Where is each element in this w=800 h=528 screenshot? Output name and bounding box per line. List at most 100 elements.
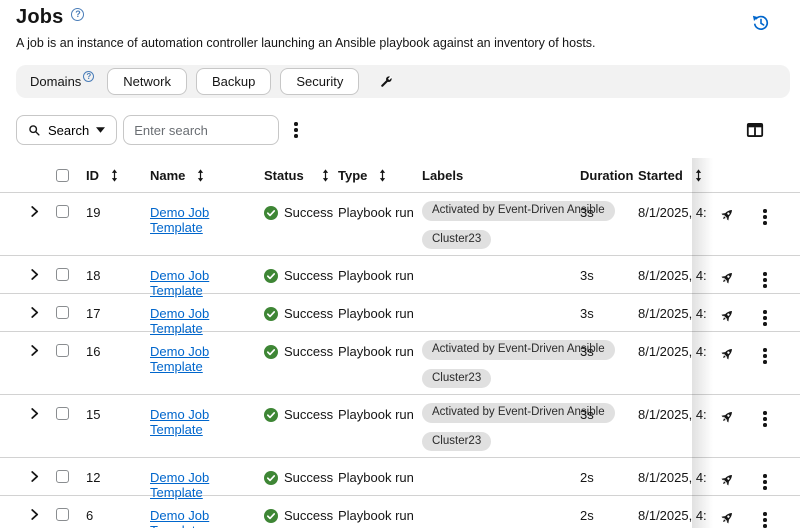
search-toolbar: Search xyxy=(16,115,784,145)
job-started: 8/1/2025, 4:02 xyxy=(638,508,706,523)
table-row: 17 Demo Job Template Success Playbook ru… xyxy=(0,294,800,332)
job-status-text: Success xyxy=(284,407,333,422)
job-name-link[interactable]: Demo Job Template xyxy=(150,306,209,336)
header-started: Started xyxy=(638,168,683,183)
sort-icon[interactable] xyxy=(197,169,204,182)
launch-rocket-icon[interactable] xyxy=(719,207,735,226)
job-started: 8/1/2025, 4:32 xyxy=(638,306,706,321)
header-name: Name xyxy=(150,168,185,183)
job-status-text: Success xyxy=(284,205,333,220)
domains-label: Domains ? xyxy=(30,74,94,89)
history-icon[interactable] xyxy=(752,14,770,32)
row-checkbox[interactable] xyxy=(56,205,69,218)
job-labels: Activated by Event-Driven AnsibleCluster… xyxy=(422,403,580,451)
row-kebab-icon[interactable] xyxy=(754,304,776,332)
sort-icon[interactable] xyxy=(322,169,329,182)
domains-help-icon[interactable]: ? xyxy=(83,71,94,82)
select-all-checkbox[interactable] xyxy=(56,169,69,182)
job-started: 8/1/2025, 4:22 xyxy=(638,344,706,359)
domain-button-network[interactable]: Network xyxy=(107,68,187,95)
table-row: 19 Demo Job Template Success Playbook ru… xyxy=(0,193,800,256)
launch-rocket-icon[interactable] xyxy=(719,409,735,428)
header-duration: Duration xyxy=(580,168,633,183)
row-actions xyxy=(706,506,800,528)
job-id: 6 xyxy=(86,508,150,523)
job-name-link[interactable]: Demo Job Template xyxy=(150,268,209,298)
row-kebab-icon[interactable] xyxy=(754,203,776,231)
row-checkbox[interactable] xyxy=(56,344,69,357)
success-icon xyxy=(264,408,278,422)
row-checkbox[interactable] xyxy=(56,407,69,420)
launch-rocket-icon[interactable] xyxy=(719,346,735,365)
row-checkbox[interactable] xyxy=(56,470,69,483)
expand-chevron-icon[interactable] xyxy=(30,471,39,482)
launch-rocket-icon[interactable] xyxy=(719,308,735,327)
help-icon[interactable]: ? xyxy=(71,8,84,21)
job-duration: 2s xyxy=(580,470,638,485)
expand-chevron-icon[interactable] xyxy=(30,307,39,318)
job-name-link[interactable]: Demo Job Template xyxy=(150,508,209,528)
label-chip: Cluster23 xyxy=(422,432,491,452)
job-id: 12 xyxy=(86,470,150,485)
job-duration: 3s xyxy=(580,344,638,359)
launch-rocket-icon[interactable] xyxy=(719,270,735,289)
row-kebab-icon[interactable] xyxy=(754,266,776,294)
row-actions xyxy=(706,203,800,231)
search-filter-dropdown[interactable]: Search xyxy=(16,115,117,145)
domain-button-security[interactable]: Security xyxy=(280,68,359,95)
chevron-down-icon xyxy=(96,127,105,133)
job-status: Success xyxy=(264,205,338,220)
row-checkbox[interactable] xyxy=(56,508,69,521)
expand-chevron-icon[interactable] xyxy=(30,206,39,217)
job-id: 18 xyxy=(86,268,150,283)
job-status: Success xyxy=(264,268,338,283)
search-dropdown-label: Search xyxy=(48,123,89,138)
job-started: 8/1/2025, 4:22 xyxy=(638,407,706,422)
job-type: Playbook run xyxy=(338,470,422,485)
job-name-link[interactable]: Demo Job Template xyxy=(150,407,209,437)
manage-columns-icon[interactable] xyxy=(746,121,764,139)
domain-button-backup[interactable]: Backup xyxy=(196,68,271,95)
table-row: 15 Demo Job Template Success Playbook ru… xyxy=(0,395,800,458)
row-checkbox[interactable] xyxy=(56,268,69,281)
job-status-text: Success xyxy=(284,344,333,359)
job-id: 19 xyxy=(86,205,150,220)
job-id: 15 xyxy=(86,407,150,422)
row-checkbox[interactable] xyxy=(56,306,69,319)
job-duration: 3s xyxy=(580,306,638,321)
job-duration: 3s xyxy=(580,407,638,422)
job-status: Success xyxy=(264,306,338,321)
job-name-link[interactable]: Demo Job Template xyxy=(150,205,209,235)
label-chip: Cluster23 xyxy=(422,230,491,250)
search-input[interactable] xyxy=(123,115,279,145)
wrench-icon[interactable] xyxy=(378,74,394,90)
success-icon xyxy=(264,509,278,523)
job-status-text: Success xyxy=(284,306,333,321)
job-type: Playbook run xyxy=(338,306,422,321)
sort-icon[interactable] xyxy=(379,169,386,182)
job-id: 16 xyxy=(86,344,150,359)
expand-chevron-icon[interactable] xyxy=(30,408,39,419)
toolbar-kebab-icon[interactable] xyxy=(285,116,307,144)
header-status: Status xyxy=(264,168,304,183)
row-actions xyxy=(706,342,800,370)
row-kebab-icon[interactable] xyxy=(754,468,776,496)
row-actions xyxy=(706,468,800,496)
job-name-link[interactable]: Demo Job Template xyxy=(150,344,209,374)
job-status: Success xyxy=(264,344,338,359)
launch-rocket-icon[interactable] xyxy=(719,472,735,491)
row-kebab-icon[interactable] xyxy=(754,506,776,528)
expand-chevron-icon[interactable] xyxy=(30,345,39,356)
expand-chevron-icon[interactable] xyxy=(30,509,39,520)
job-name-link[interactable]: Demo Job Template xyxy=(150,470,209,500)
header-type: Type xyxy=(338,168,367,183)
sort-icon[interactable] xyxy=(695,169,702,182)
launch-rocket-icon[interactable] xyxy=(719,510,735,528)
row-kebab-icon[interactable] xyxy=(754,342,776,370)
job-duration: 3s xyxy=(580,268,638,283)
sort-icon[interactable] xyxy=(111,169,118,182)
row-kebab-icon[interactable] xyxy=(754,405,776,433)
expand-chevron-icon[interactable] xyxy=(30,269,39,280)
job-duration: 2s xyxy=(580,508,638,523)
job-type: Playbook run xyxy=(338,205,422,220)
